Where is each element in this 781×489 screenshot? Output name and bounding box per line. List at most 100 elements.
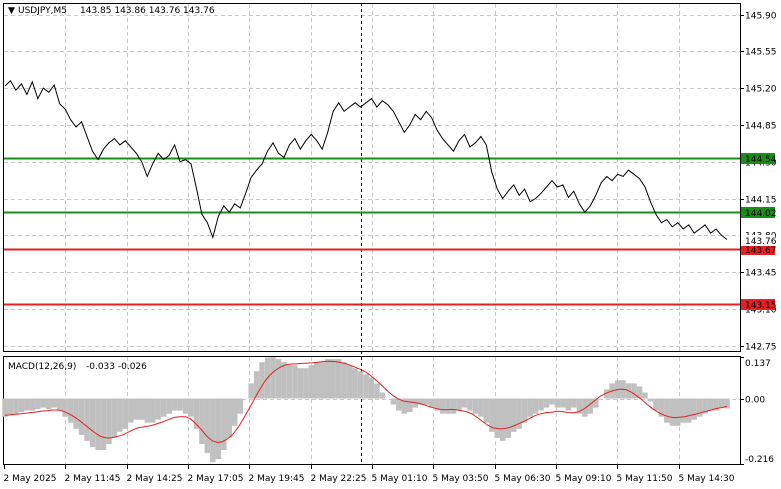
macd-tick-label: 0.00 [745,396,765,406]
time-tick-label: 5 May 09:10 [556,474,612,484]
macd-bar [73,398,79,429]
macd-bar [18,398,25,413]
macd-bar [188,398,194,417]
macd-bar [532,398,539,414]
dropdown-triangle-icon[interactable]: ▼ [8,6,15,16]
macd-bar [89,398,96,447]
macd-bar [472,398,479,414]
macd-bar [669,398,676,426]
macd-bar [95,398,101,450]
ohlc-values: 143.85 143.86 143.76 143.76 [80,6,215,16]
macd-bar [653,398,659,411]
macd-bar [111,398,118,438]
macd-bar [675,398,681,426]
macd-bar [171,398,178,411]
trading-chart[interactable]: ▼ USDJPY,M5 143.85 143.86 143.76 143.76 … [0,0,781,489]
macd-bar [505,398,511,438]
macd-bar [67,398,74,423]
macd-bar [204,398,211,454]
macd-bar [379,392,386,399]
macd-bar [439,398,446,414]
macd-bar [177,398,183,411]
current-price-label: 143.76 [745,237,777,247]
macd-bar [303,368,309,399]
macd-bar [483,398,490,423]
time-tick-label: 5 May 01:10 [372,474,428,484]
macd-bar [51,398,57,408]
macd-bar [166,398,172,414]
time-tick-label: 2 May 19:45 [249,474,305,484]
macd-bar [122,398,129,429]
macd-bar [259,362,265,399]
price-tick-label: 145.20 [745,85,777,95]
macd-bar [325,359,331,399]
macd-label: MACD(12,26,9) [8,362,76,372]
macd-bar [314,362,320,399]
macd-bar [582,398,588,417]
macd-bar [57,398,63,411]
time-tick-label: 2 May 17:05 [188,474,244,484]
price-tick-label: 143.45 [745,269,777,279]
macd-bar [182,398,189,414]
symbol-label: USDJPY,M5 [18,6,67,16]
macd-bar [319,362,325,399]
macd-bar [341,362,347,399]
macd-bar [40,398,47,408]
macd-bar [297,368,304,399]
time-tick-label: 2 May 14:25 [127,474,183,484]
time-axis: 2 May 2025 2 May 11:45 2 May 14:25 2 May 17… [4,465,735,484]
macd-bar [554,398,561,408]
macd-bar [549,398,555,405]
macd-bar [423,398,429,405]
macd-bar [199,398,205,444]
macd-bar [221,398,227,450]
macd-bar [24,398,30,411]
macd-bar [631,383,637,399]
macd-bar [686,398,692,423]
macd-bar [543,398,550,408]
price-tick-label: 145.90 [745,12,777,22]
time-tick-label: 2 May 2025 [4,474,57,484]
macd-bar [500,398,506,441]
price-tick-label: 145.55 [745,48,777,58]
macd-bar [78,398,85,435]
macd-bar [149,398,156,423]
macd-bar [308,365,315,399]
time-tick-label: 5 May 03:50 [433,474,489,484]
macd-bar [215,398,222,460]
level-tag-label: 143.15 [745,301,777,311]
macd-bar [478,398,484,417]
level-tag-label: 143.67 [745,246,777,256]
macd-bar [565,398,572,411]
macd-bar [117,398,123,432]
macd-bar [237,398,243,414]
macd-bar [647,398,654,402]
macd-bar [521,398,528,423]
macd-bar [13,398,19,414]
macd-bar [100,398,107,450]
macd-bar [374,383,380,399]
macd-bar [155,398,161,420]
macd-bar [84,398,90,441]
macd-bar [461,398,468,408]
macd-bar [352,368,358,399]
price-tick-label: 142.75 [745,343,777,353]
time-tick-label: 5 May 06:30 [495,474,551,484]
macd-bar [232,398,238,426]
macd-bar [226,398,232,438]
macd-bar [680,398,686,423]
macd-bar [571,398,577,408]
price-tick-label: 144.85 [745,122,777,132]
macd-bar [160,398,167,417]
macd-bar [106,398,112,444]
macd-bar [664,398,670,423]
macd-bar [707,398,714,411]
time-tick-label: 2 May 11:45 [65,474,121,484]
macd-bar [357,371,364,399]
macd-bar [642,392,648,399]
level-tag-label: 144.54 [745,155,777,165]
time-tick-label: 2 May 22:25 [311,474,367,484]
macd-bar [527,398,533,417]
price-tick-label: 144.15 [745,196,777,206]
macd-bar [275,359,282,399]
